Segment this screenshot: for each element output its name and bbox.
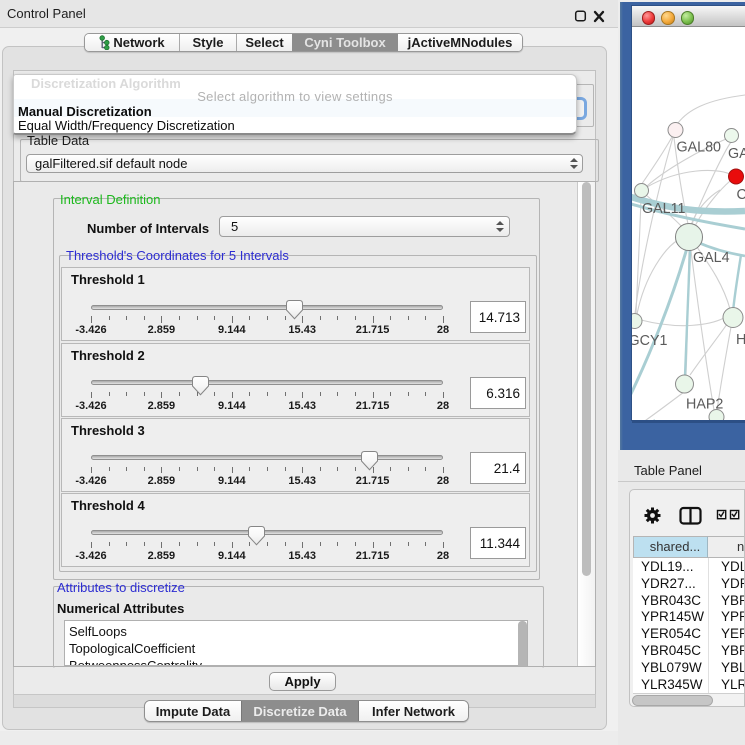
svg-text:HAP2: HAP2 (686, 397, 723, 413)
svg-text:GAL4: GAL4 (693, 250, 730, 266)
svg-text:GCY1: GCY1 (632, 333, 667, 349)
svg-text:GAL80: GAL80 (677, 140, 722, 156)
svg-text:GAL11: GAL11 (642, 201, 685, 217)
svg-text:GA: GA (728, 146, 745, 162)
svg-text:C: C (737, 187, 745, 203)
svg-text:H: H (736, 332, 745, 348)
